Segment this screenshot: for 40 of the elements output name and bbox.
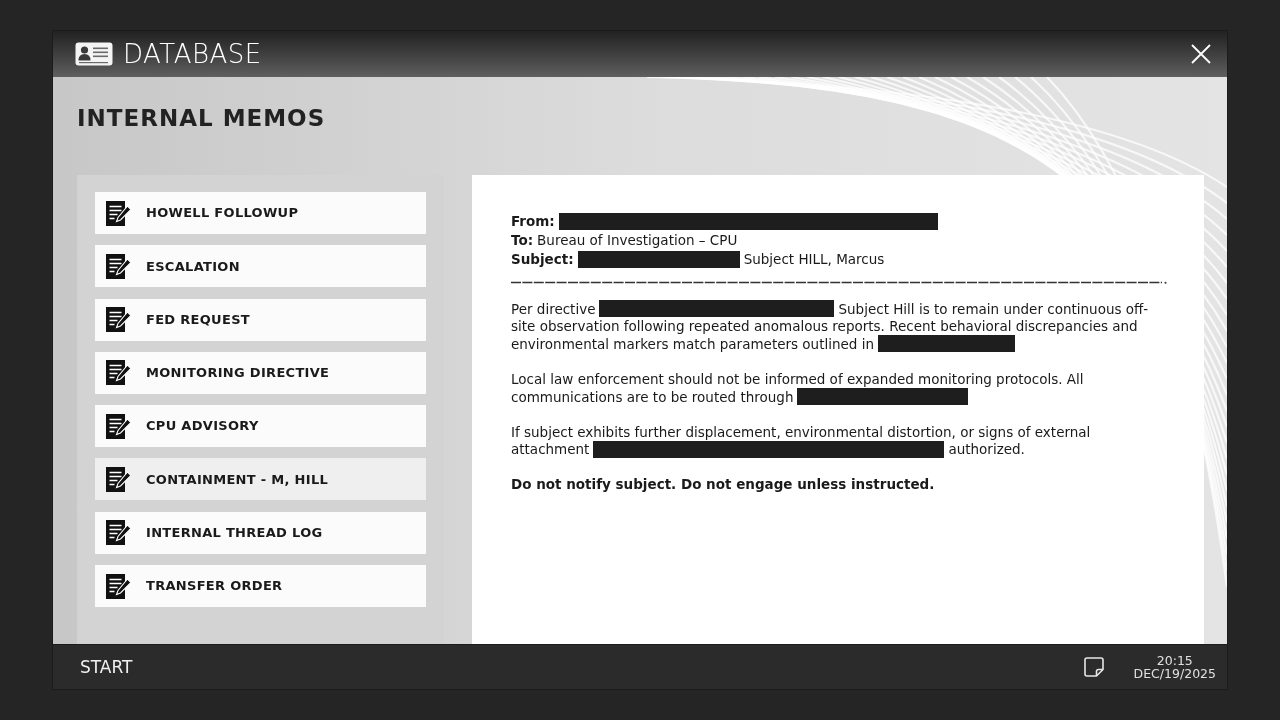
memo-list-item[interactable]: MONITORING DIRECTIVE: [95, 351, 426, 394]
memo-list-item[interactable]: FED REQUEST: [95, 298, 426, 341]
document-pen-icon: [106, 200, 131, 226]
memo-text: Local law enforcement should not be informed of expanded monitoring protocols. All: [511, 369, 1084, 389]
memo-text: If subject exhibits further displacement, environmental distortion, or signs of external: [511, 422, 1091, 442]
field-label: Subject:: [511, 250, 574, 270]
memo-text: environmental markers match parameters outlined in: [511, 334, 874, 354]
memo-list-item[interactable]: CPU ADVISORY: [95, 405, 426, 448]
page-heading: INTERNAL MEMOS: [77, 106, 326, 130]
document-pen-icon: [106, 467, 131, 492]
document-pen-icon: [106, 307, 131, 333]
field-label: From:: [511, 212, 555, 232]
start-button[interactable]: START: [80, 658, 133, 676]
document-pen-icon: [106, 360, 131, 386]
memo-text: communications are to be routed through: [511, 387, 794, 407]
document-pen-icon: [106, 253, 131, 279]
document-pen-icon: [106, 520, 131, 546]
clock-time: 20:15: [1156, 653, 1193, 667]
memo-text: site observation following repeated anomalous reports. Recent behavioral discrepancies and: [511, 317, 1138, 337]
memo-text: Subject HILL, Marcus: [743, 250, 885, 270]
clock-date: DEC/19/2025: [1133, 667, 1216, 681]
id-card-icon: [75, 42, 113, 66]
window-title: DATABASE: [123, 41, 262, 67]
memo-list-item[interactable]: CONTAINMENT - M, HILL: [95, 458, 426, 501]
memo-list-item[interactable]: INTERNAL THREAD LOG: [95, 511, 426, 554]
memo-list-item[interactable]: TRANSFER ORDER: [95, 565, 426, 608]
memo-text: Do not notify subject. Do not engage unless instructed.: [511, 475, 935, 495]
memo-text: attachment: [511, 440, 590, 460]
memo-list-item[interactable]: ESCALATION: [95, 245, 426, 288]
document-pen-icon: [106, 573, 131, 599]
document-pen-icon: [106, 413, 131, 439]
close-icon: [1191, 44, 1211, 64]
field-label: To:: [511, 231, 534, 251]
memo-text: Subject Hill is to remain under continuous off-: [838, 299, 1149, 319]
memo-text: Bureau of Investigation – CPU: [537, 231, 738, 251]
memo-text: Per directive: [511, 299, 596, 319]
memo-text: authorized.: [948, 440, 1025, 460]
memo-list-item[interactable]: HOWELL FOLLOWUP: [95, 192, 426, 234]
sticky-note-icon[interactable]: [1083, 657, 1104, 677]
close-button[interactable]: [1190, 43, 1212, 65]
